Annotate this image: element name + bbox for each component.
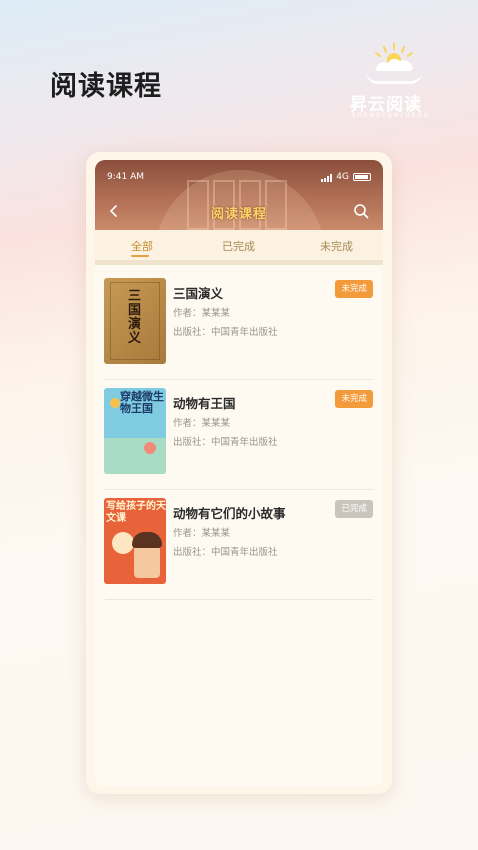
list-item[interactable]: 穿越微生物王国 动物有王国 作者：某某某 出版社：中国青年出版社 未完成 — [95, 380, 383, 490]
status-time: 9:41 AM — [107, 172, 144, 182]
row-divider — [105, 599, 373, 600]
status-badge: 未完成 — [335, 280, 373, 298]
logo-subtitle: SHENGYUNYUEDU — [352, 112, 430, 119]
header-banner: 9:41 AM 4G 阅读课程 — [95, 160, 383, 230]
book-author: 作者：某某某 — [173, 528, 231, 539]
tab-all[interactable]: 全部 — [131, 238, 153, 254]
tab-completed[interactable]: 已完成 — [222, 238, 255, 254]
book-author: 作者：某某某 — [173, 418, 231, 429]
active-tab-indicator — [131, 255, 149, 257]
tab-incomplete[interactable]: 未完成 — [320, 238, 353, 254]
battery-icon — [353, 173, 371, 181]
status-badge: 未完成 — [335, 390, 373, 408]
brand-logo: 昇云阅读 SHENGYUNYUEDU — [348, 42, 440, 124]
status-bar: 9:41 AM 4G — [107, 172, 371, 186]
cover-title: 写给孩子的天文课 — [106, 501, 166, 524]
cover-title: 三国演义 — [128, 289, 142, 346]
cover-title: 穿越微生物王国 — [120, 390, 164, 415]
book-cover-image: 写给孩子的天文课 — [104, 498, 166, 584]
book-author: 作者：某某某 — [173, 308, 231, 319]
tabs-divider — [95, 260, 383, 265]
phone-screen: 9:41 AM 4G 阅读课程 全部 已完成 未完成 三国演义 三国演义 作者：… — [95, 160, 383, 786]
nav-title: 阅读课程 — [210, 207, 267, 222]
book-publisher: 出版社：中国青年出版社 — [173, 547, 278, 558]
book-title: 三国演义 — [173, 286, 224, 301]
network-type: 4G — [336, 172, 349, 182]
phone-mockup: 9:41 AM 4G 阅读课程 全部 已完成 未完成 三国演义 三国演义 作者：… — [86, 152, 392, 794]
list-item[interactable]: 写给孩子的天文课 动物有它们的小故事 作者：某某某 出版社：中国青年出版社 已完… — [95, 490, 383, 600]
signal-icon — [321, 174, 335, 182]
book-title: 动物有王国 — [173, 396, 236, 411]
book-shape-icon — [366, 72, 422, 84]
filter-tabs: 全部 已完成 未完成 — [95, 230, 383, 264]
book-publisher: 出版社：中国青年出版社 — [173, 327, 278, 338]
list-item[interactable]: 三国演义 三国演义 作者：某某某 出版社：中国青年出版社 未完成 — [95, 270, 383, 380]
search-icon[interactable] — [353, 203, 369, 219]
page-headline: 阅读课程 — [50, 71, 162, 102]
status-badge: 已完成 — [335, 500, 373, 518]
book-title: 动物有它们的小故事 — [173, 506, 286, 521]
book-publisher: 出版社：中国青年出版社 — [173, 437, 278, 448]
book-cover-image: 穿越微生物王国 — [104, 388, 166, 474]
book-cover-image: 三国演义 — [104, 278, 166, 364]
sun-cloud-logo-icon — [375, 43, 413, 71]
